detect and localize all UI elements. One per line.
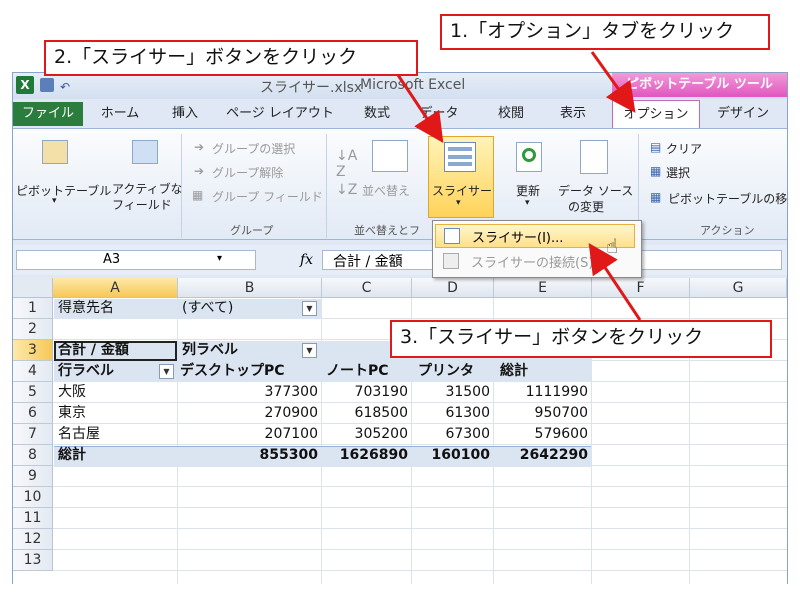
arrow-to-slicer-menu-item (588, 243, 642, 321)
arrow-to-slicer-button (394, 71, 444, 143)
callout-step-1: 1.「オプション」タブをクリック (440, 14, 770, 50)
callout-arrows (394, 51, 642, 321)
arrow-to-options-tab (590, 51, 636, 113)
callout-step-2: 2.「スライサー」ボタンをクリック (44, 40, 418, 76)
callout-step-3: 3.「スライサー」ボタンをクリック (390, 320, 772, 358)
